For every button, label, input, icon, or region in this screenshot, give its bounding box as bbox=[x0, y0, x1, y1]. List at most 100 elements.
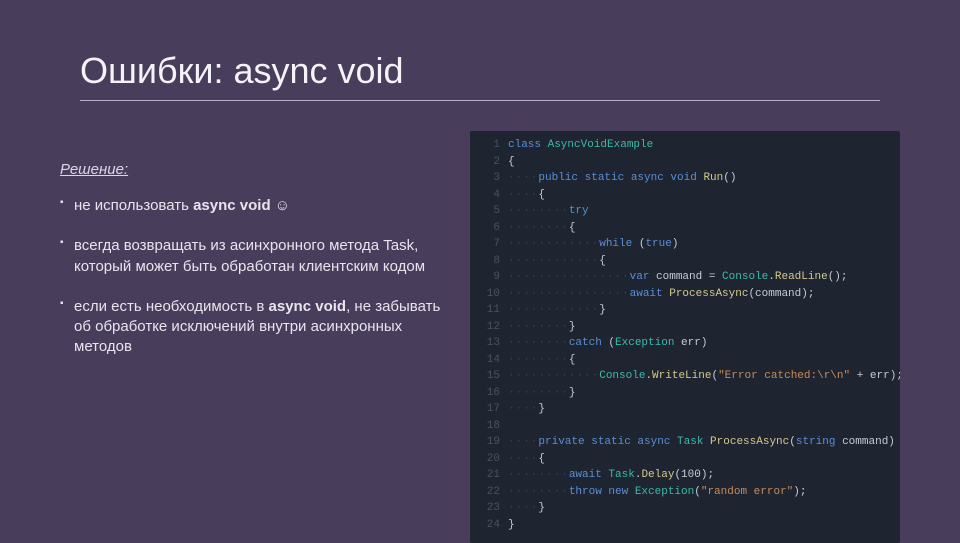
code-token: public static async void bbox=[538, 172, 703, 184]
line-number: 6 bbox=[480, 220, 500, 237]
code-token: { bbox=[599, 255, 606, 267]
code-line: 11············} bbox=[480, 302, 890, 319]
code-token: Exception bbox=[635, 486, 694, 498]
code-token: + err); bbox=[850, 370, 900, 382]
line-number: 3 bbox=[480, 170, 500, 187]
line-number: 1 bbox=[480, 137, 500, 154]
line-number: 23 bbox=[480, 500, 500, 517]
line-number: 8 bbox=[480, 253, 500, 270]
whitespace-dots: ············ bbox=[508, 255, 599, 267]
code-line: 8 ············{ bbox=[480, 253, 890, 270]
code-token: { bbox=[538, 453, 545, 465]
code-token: { bbox=[569, 222, 576, 234]
bullet-text: если есть необходимость в bbox=[74, 298, 269, 315]
bullet-bold: async void bbox=[193, 197, 271, 214]
code-token: command = bbox=[656, 271, 722, 283]
code-token: ProcessAsync bbox=[669, 288, 748, 300]
whitespace-dots: ············ bbox=[508, 238, 599, 250]
whitespace-dots: ········ bbox=[508, 387, 569, 399]
code-line: 4 ····{ bbox=[480, 187, 890, 204]
line-number: 13 bbox=[480, 335, 500, 352]
slide-title: Ошибки: async void bbox=[80, 50, 880, 101]
line-number: 9 bbox=[480, 269, 500, 286]
code-token: while bbox=[599, 238, 639, 250]
code-token: } bbox=[569, 321, 576, 333]
whitespace-dots: ········ bbox=[508, 486, 569, 498]
bullet-text: не использовать bbox=[74, 197, 193, 214]
code-line: 15············Console.WriteLine("Error c… bbox=[480, 368, 890, 385]
whitespace-dots: ········ bbox=[508, 469, 569, 481]
line-number: 17 bbox=[480, 401, 500, 418]
whitespace-dots: ················ bbox=[508, 271, 630, 283]
code-token: throw new bbox=[569, 486, 635, 498]
code-line: 6 ········{ bbox=[480, 220, 890, 237]
code-token: . bbox=[768, 271, 775, 283]
whitespace-dots: ············ bbox=[508, 370, 599, 382]
code-token: WriteLine bbox=[652, 370, 711, 382]
code-token: { bbox=[508, 156, 515, 168]
code-token: "random error" bbox=[701, 486, 793, 498]
line-number: 19 bbox=[480, 434, 500, 451]
code-line: 16········} bbox=[480, 385, 890, 402]
bullet-item: всегда возвращать из асинхронного метода… bbox=[60, 236, 450, 277]
whitespace-dots: ···· bbox=[508, 189, 538, 201]
code-token: ReadLine bbox=[775, 271, 828, 283]
code-token: ( bbox=[694, 486, 701, 498]
whitespace-dots: ···· bbox=[508, 403, 538, 415]
code-token: Console bbox=[599, 370, 645, 382]
code-token: ( bbox=[789, 436, 796, 448]
code-line: 21········await Task.Delay(100); bbox=[480, 467, 890, 484]
line-number: 12 bbox=[480, 319, 500, 336]
code-line: 7············while (true) bbox=[480, 236, 890, 253]
line-number: 4 bbox=[480, 187, 500, 204]
code-token: await bbox=[569, 469, 609, 481]
bullet-text: всегда возвращать из асинхронного метода… bbox=[74, 237, 425, 274]
code-line: 19 ····private static async Task ProcessA… bbox=[480, 434, 890, 451]
code-line: 22 ········throw new Exception("random er… bbox=[480, 484, 890, 501]
code-line: 24} bbox=[480, 517, 890, 534]
code-token: ProcessAsync bbox=[710, 436, 789, 448]
code-line: 3 ····public static async void Run() bbox=[480, 170, 890, 187]
line-number: 15 bbox=[480, 368, 500, 385]
code-token: { bbox=[538, 189, 545, 201]
code-token: Task bbox=[677, 436, 710, 448]
code-line: 2{ bbox=[480, 154, 890, 171]
line-number: 10 bbox=[480, 286, 500, 303]
code-token: } bbox=[508, 519, 515, 531]
code-line: 14········{ bbox=[480, 352, 890, 369]
code-block: 1class AsyncVoidExample2{3····public sta… bbox=[470, 131, 900, 543]
code-line: 20 ····{ bbox=[480, 451, 890, 468]
code-lines: 1class AsyncVoidExample2{3····public sta… bbox=[480, 137, 890, 533]
code-token: command) bbox=[835, 436, 894, 448]
slide: Ошибки: async void Решение: не использов… bbox=[0, 0, 960, 540]
whitespace-dots: ···· bbox=[508, 502, 538, 514]
whitespace-dots: ···· bbox=[508, 172, 538, 184]
code-token: ); bbox=[793, 486, 806, 498]
code-token: () bbox=[723, 172, 736, 184]
whitespace-dots: ···· bbox=[508, 436, 538, 448]
code-line: 23····} bbox=[480, 500, 890, 517]
code-token: Delay bbox=[641, 469, 674, 481]
code-token: true bbox=[645, 238, 671, 250]
code-token: (100); bbox=[674, 469, 714, 481]
code-token: AsyncVoidExample bbox=[548, 139, 654, 151]
code-token: var bbox=[630, 271, 656, 283]
code-token: class bbox=[508, 139, 548, 151]
code-line: 10················await ProcessAsync(com… bbox=[480, 286, 890, 303]
whitespace-dots: ········ bbox=[508, 354, 569, 366]
line-number: 5 bbox=[480, 203, 500, 220]
code-line: 12 ········} bbox=[480, 319, 890, 336]
whitespace-dots: ···· bbox=[508, 453, 538, 465]
bullet-bold: async void bbox=[269, 298, 347, 315]
solution-label: Решение: bbox=[60, 161, 450, 178]
code-token: Run bbox=[703, 172, 723, 184]
whitespace-dots: ········ bbox=[508, 222, 569, 234]
code-token: string bbox=[796, 436, 836, 448]
code-line: 17····} bbox=[480, 401, 890, 418]
line-number: 20 bbox=[480, 451, 500, 468]
line-number: 22 bbox=[480, 484, 500, 501]
code-token: private static async bbox=[538, 436, 677, 448]
bullet-item: не использовать async void ☺ bbox=[60, 196, 450, 216]
whitespace-dots: ········ bbox=[508, 321, 569, 333]
code-token: err) bbox=[674, 337, 707, 349]
